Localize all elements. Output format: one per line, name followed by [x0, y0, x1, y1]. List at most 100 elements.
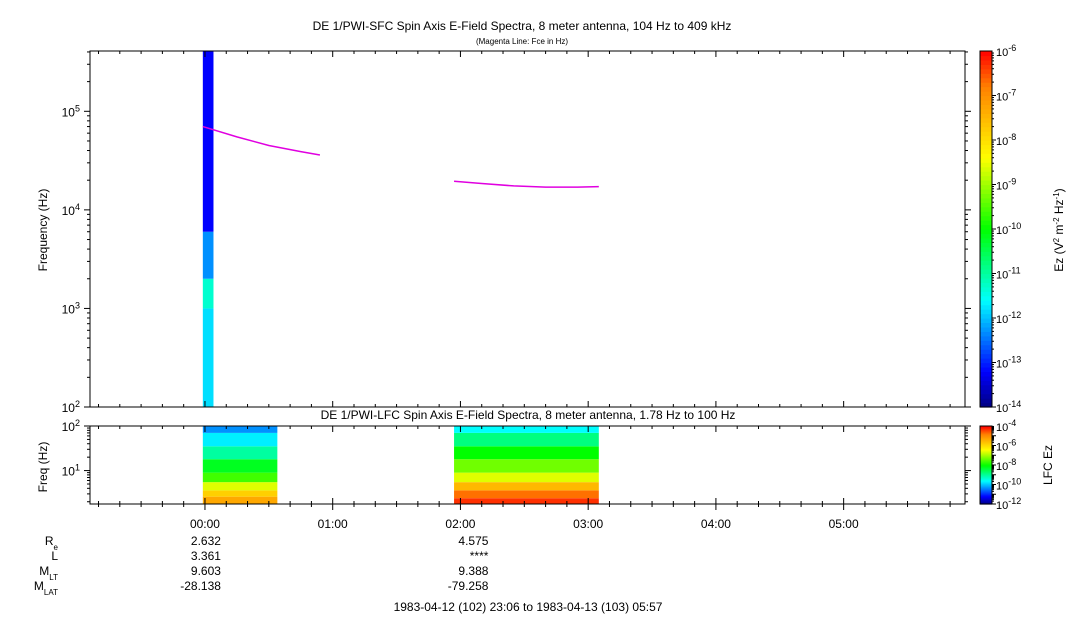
bottom-colorbar-ticks: 10-4 10-6 10-8 10-10 10-12 [992, 418, 1021, 512]
top-panel-ylabel: Frequency (Hz) [36, 189, 50, 272]
top-colorbar-cell [980, 300, 992, 306]
top-colorbar-cell [980, 193, 992, 199]
top-colorbar-cell [980, 197, 992, 203]
lfc-block-1-band-1 [454, 490, 599, 499]
top-colorbar-cell [980, 340, 992, 346]
top-colorbar-cell [980, 264, 992, 270]
ephemeris-value: 3.361 [191, 549, 221, 563]
top-colorbar-cell [980, 55, 992, 61]
top-colorbar-cell [980, 104, 992, 110]
ephemeris-value: 9.603 [191, 564, 221, 578]
top-colorbar-cell [980, 202, 992, 208]
top-colorbar-cell [980, 380, 992, 386]
ephemeris-value: **** [470, 549, 489, 563]
lfc-block-1-band-0 [454, 498, 599, 504]
top-colorbar-cell [980, 166, 992, 172]
top-colorbar-tick-label: 10-7 [996, 88, 1016, 104]
top-colorbar-cell [980, 64, 992, 70]
top-panel-title: DE 1/PWI-SFC Spin Axis E-Field Spectra, … [313, 19, 732, 33]
top-colorbar-cell [980, 82, 992, 88]
top-panel-frame [89, 50, 966, 408]
bot-ytick-label: 101 [62, 463, 80, 479]
time-tick-label: 01:00 [318, 517, 348, 531]
top-colorbar-cell [980, 86, 992, 92]
lfc-block-0-band-6 [202, 432, 278, 447]
ephemeris-table: Re 2.632 4.575L 3.361 ****MLT 9.603 9.388MLAT -… [34, 534, 489, 597]
top-spectrogram-data [202, 51, 214, 407]
lfc-block-0-band-2 [202, 482, 278, 491]
top-colorbar-cell [980, 269, 992, 275]
time-tick-label: 04:00 [701, 517, 731, 531]
top-colorbar-cell [980, 162, 992, 168]
top-colorbar-cell [980, 180, 992, 186]
top-colorbar-cell [980, 153, 992, 159]
lfc-block-0-band-0 [202, 496, 278, 504]
top-colorbar-cell [980, 242, 992, 248]
top-colorbar-cell [980, 322, 992, 328]
time-tick-label: 05:00 [829, 517, 859, 531]
bottom-colorbar [979, 425, 993, 505]
bottom-colorbar-label: LFC Ez [1041, 445, 1055, 485]
bot-colorbar-tick-label: 10-4 [996, 418, 1016, 434]
fce-line-segment-0 [202, 125, 321, 156]
top-panel-yaxis: 102 103 104 105 [62, 51, 971, 415]
top-colorbar-cell [980, 77, 992, 83]
lfc-block-1-band-7 [454, 426, 599, 433]
time-tick-label: 00:00 [190, 517, 220, 531]
lfc-block-0-band-3 [202, 472, 278, 483]
ephemeris-value: 4.575 [458, 534, 488, 548]
top-colorbar [979, 50, 993, 408]
top-colorbar-cell [980, 286, 992, 292]
top-colorbar-cell [980, 389, 992, 395]
top-colorbar-cell [980, 371, 992, 377]
lfc-block-1-band-5 [454, 446, 599, 460]
top-colorbar-cell [980, 309, 992, 315]
top-panel-subtitle: (Magenta Line: Fce in Hz) [476, 37, 568, 46]
top-colorbar-cell [980, 122, 992, 128]
top-colorbar-cell [980, 349, 992, 355]
top-colorbar-cell [980, 260, 992, 266]
bottom-panel-ylabel: Freq (Hz) [36, 442, 50, 493]
top-colorbar-cell [980, 362, 992, 368]
lfc-block-1-band-4 [454, 459, 599, 473]
bottom-panel-title: DE 1/PWI-LFC Spin Axis E-Field Spectra, … [321, 408, 736, 422]
fce-line-segment-1 [453, 180, 599, 188]
sfc-block-0-band-2 [202, 231, 214, 279]
lfc-block-1-band-6 [454, 432, 599, 447]
time-axis-labels: 00:00 01:00 02:00 03:00 04:00 05:00 [190, 517, 859, 531]
top-colorbar-cell [980, 344, 992, 350]
top-colorbar-cell [980, 91, 992, 97]
top-colorbar-cell [980, 358, 992, 364]
lfc-block-0-band-7 [202, 426, 278, 433]
top-colorbar-cell [980, 366, 992, 372]
top-colorbar-cell [980, 211, 992, 217]
time-tick-label: 03:00 [573, 517, 603, 531]
top-colorbar-cell [980, 282, 992, 288]
top-colorbar-cell [980, 335, 992, 341]
top-colorbar-cell [980, 277, 992, 283]
sfc-block-0-band-3 [202, 51, 214, 232]
bottom-spectrogram-data [202, 426, 599, 504]
top-colorbar-cell [980, 144, 992, 150]
top-ytick-label: 103 [62, 300, 80, 316]
top-colorbar-cell [980, 237, 992, 243]
top-colorbar-label: Ez (V2 m-2 Hz-1) [1052, 188, 1067, 271]
top-colorbar-cell [980, 313, 992, 319]
sfc-block-0-band-1 [202, 278, 214, 309]
top-colorbar-tick-label: 10-9 [996, 177, 1016, 193]
top-colorbar-cell [980, 224, 992, 230]
top-colorbar-cell [980, 148, 992, 154]
top-colorbar-cell [980, 220, 992, 226]
top-colorbar-ticks: 10-6 10-7 10-8 10-9 10-10 10-11 10-12 10-13 10-1… [992, 43, 1021, 415]
lfc-block-1-band-2 [454, 482, 599, 491]
top-colorbar-cell [980, 68, 992, 74]
lfc-block-0-band-4 [202, 459, 278, 473]
top-colorbar-cell [980, 157, 992, 163]
top-colorbar-cell [980, 229, 992, 235]
top-colorbar-cell [980, 384, 992, 390]
top-colorbar-tick-label: 10-14 [996, 399, 1021, 415]
top-colorbar-cell [980, 255, 992, 261]
top-colorbar-cell [980, 398, 992, 404]
ephemeris-row-label: MLAT [34, 579, 58, 597]
top-colorbar-tick-label: 10-8 [996, 132, 1016, 148]
